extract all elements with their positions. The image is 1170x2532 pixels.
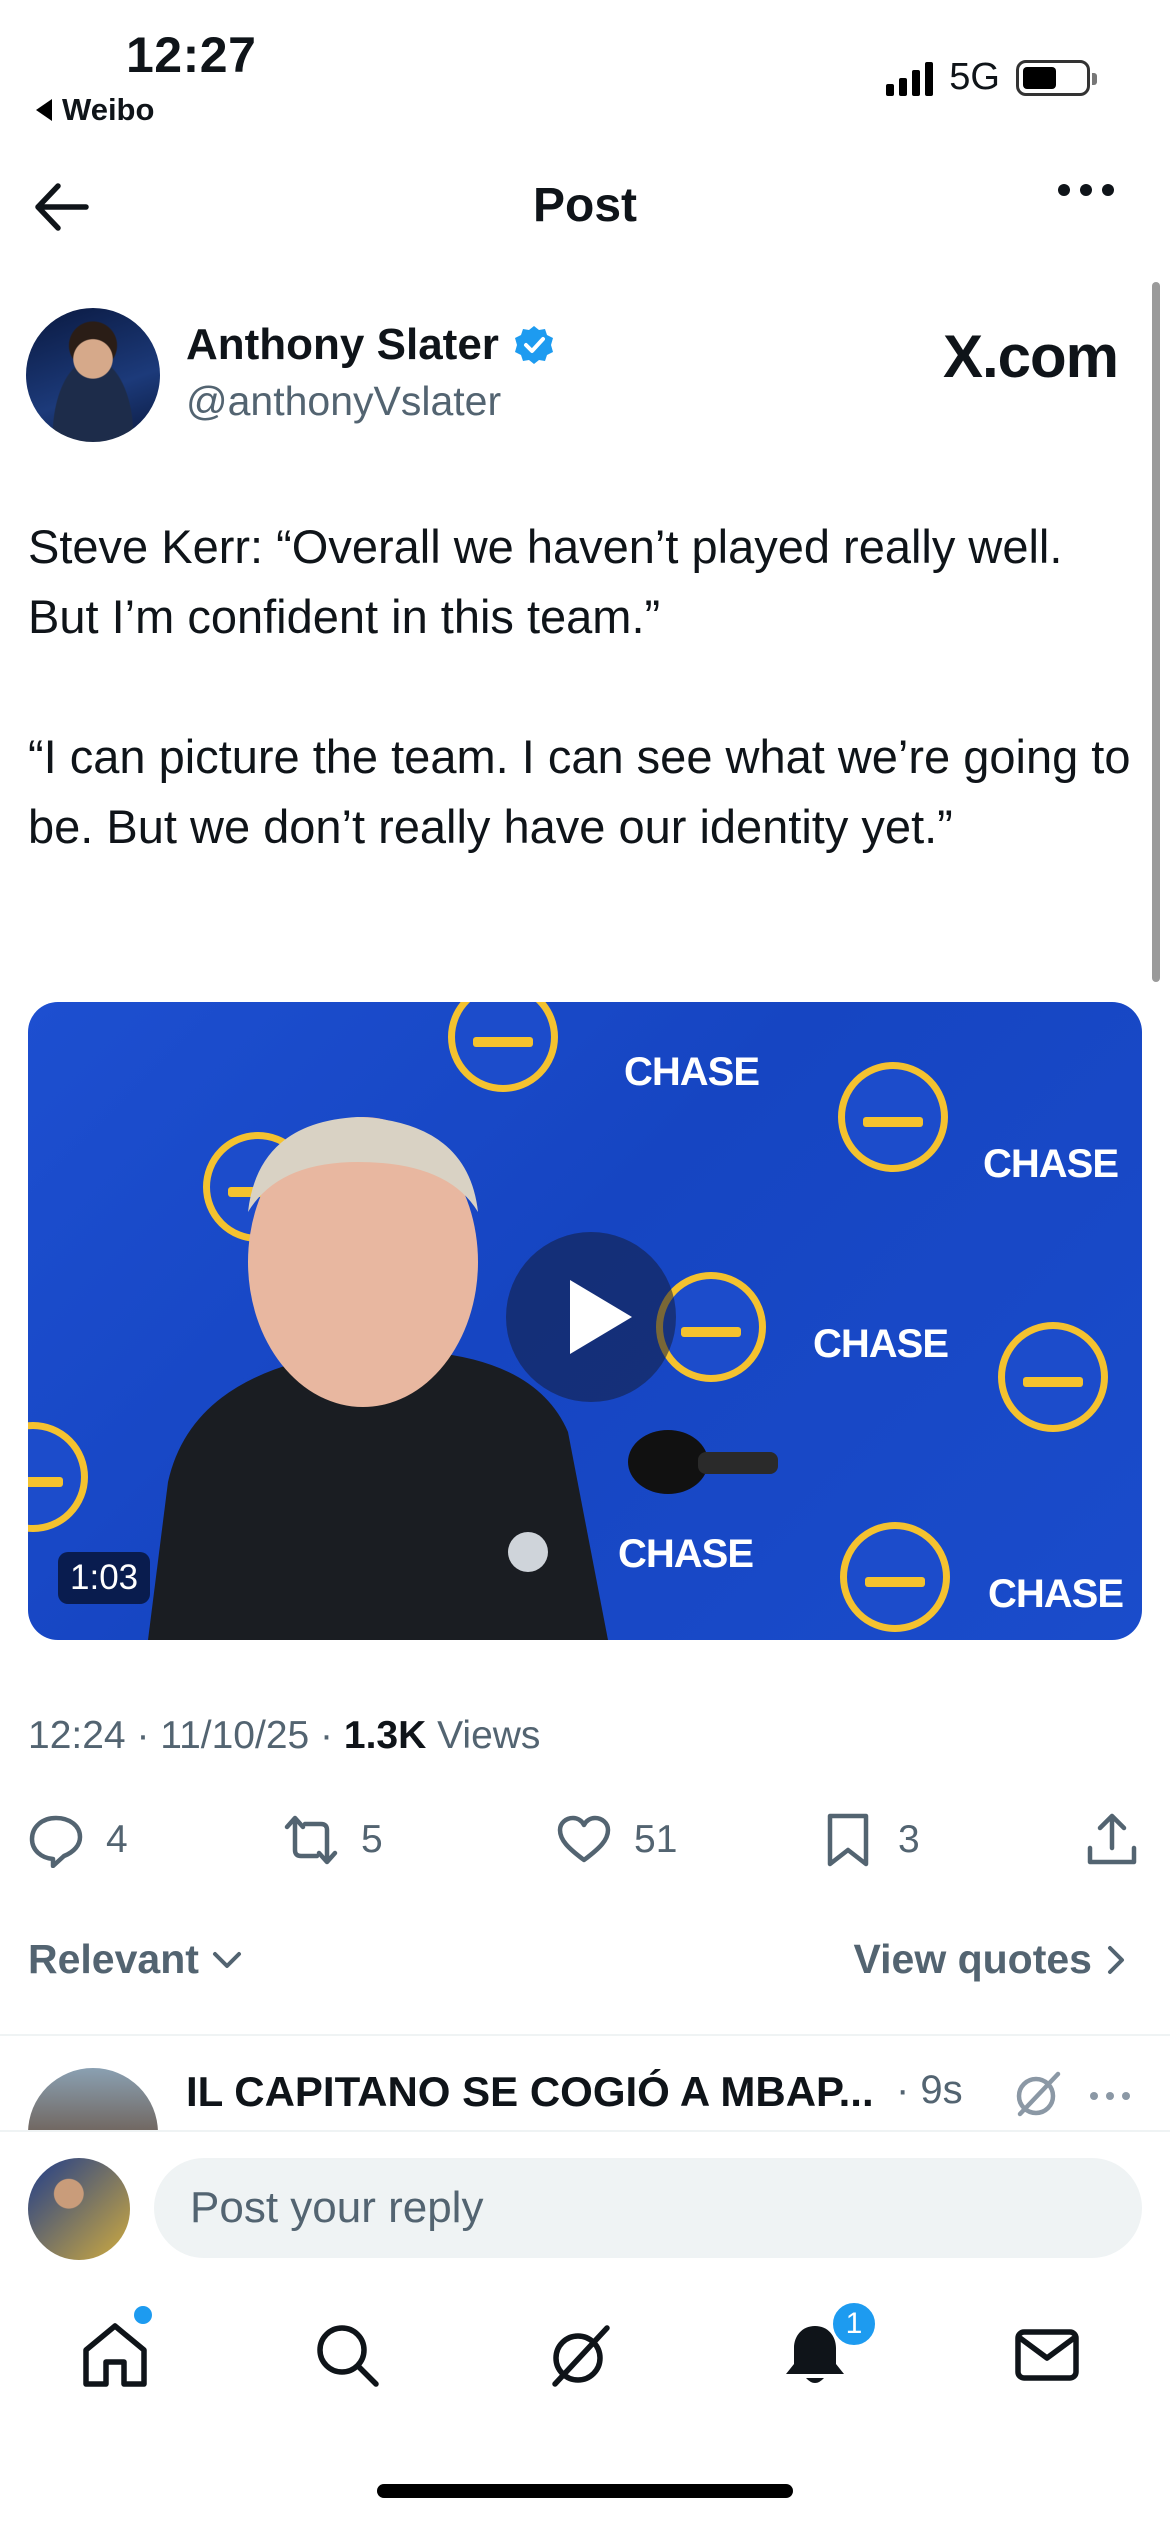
reply-preview[interactable]: IL CAPITANO SE COGIÓ A MBAP... · 9s <box>0 2036 1170 2132</box>
warriors-logo-icon <box>998 1322 1108 1432</box>
grok-icon <box>552 2325 610 2387</box>
post-paragraph: Steve Kerr: “Overall we haven’t played r… <box>28 520 1063 643</box>
post-paragraph: “I can picture the team. I can see what … <box>28 730 1131 853</box>
chevron-down-icon <box>212 1951 241 1968</box>
home-icon <box>83 2323 147 2387</box>
warriors-logo-icon <box>28 1422 88 1532</box>
like-button[interactable]: 51 <box>556 1812 677 1868</box>
post-actions: 4 5 51 3 <box>28 1812 1148 1872</box>
status-indicators: 5G <box>886 56 1097 99</box>
author-name: Anthony Slater <box>186 320 499 369</box>
verified-badge-icon <box>514 326 553 364</box>
repost-count: 5 <box>361 1818 383 1861</box>
bookmark-count: 3 <box>898 1818 920 1861</box>
view-quotes-label: View quotes <box>853 1936 1092 1982</box>
warriors-logo-icon <box>838 1062 948 1172</box>
notification-badge: 1 <box>830 2300 878 2348</box>
tab-messages[interactable] <box>1012 2320 1092 2400</box>
home-indicator[interactable] <box>377 2484 793 2498</box>
search-icon <box>317 2325 379 2387</box>
repost-icon <box>284 1815 338 1865</box>
grok-icon[interactable] <box>1010 2066 1066 2122</box>
reply-count: 4 <box>106 1818 128 1861</box>
my-avatar[interactable] <box>28 2158 130 2260</box>
post-header: Post <box>0 160 1170 252</box>
network-type: 5G <box>949 56 1000 98</box>
post-time: 12:24 <box>28 1714 126 1757</box>
status-time: 12:27 <box>126 27 257 83</box>
reply-button[interactable]: 4 <box>28 1812 128 1868</box>
reply-input[interactable] <box>190 2158 1090 2258</box>
mail-icon <box>1015 2329 1079 2381</box>
heart-icon <box>557 1815 611 1863</box>
back-app-label: Weibo <box>62 92 155 127</box>
bookmark-icon <box>827 1813 869 1867</box>
author-handle[interactable]: @anthonyVslater <box>186 378 501 425</box>
reply-author-title: IL CAPITANO SE COGIÓ A MBAP... <box>186 2068 874 2115</box>
warriors-logo-icon <box>448 1002 558 1092</box>
reply-composer[interactable] <box>154 2158 1142 2258</box>
tab-grok[interactable] <box>545 2320 625 2400</box>
back-to-app-link[interactable]: Weibo <box>36 92 154 128</box>
view-quotes-link[interactable]: View quotes <box>854 1936 1130 1983</box>
post-date: 11/10/25 <box>160 1714 310 1757</box>
back-triangle-icon <box>36 99 52 121</box>
scrollbar[interactable] <box>1152 282 1160 982</box>
post-meta: 12:24 · 11/10/25 · 1.3K Views <box>28 1714 541 1757</box>
home-unread-dot <box>134 2306 152 2324</box>
bookmark-button[interactable]: 3 <box>820 1812 920 1868</box>
author-name-row[interactable]: Anthony Slater <box>186 320 555 370</box>
share-icon <box>1087 1813 1137 1865</box>
source-watermark: X.com <box>942 323 1119 390</box>
views-count: 1.3K <box>343 1714 427 1757</box>
tab-search[interactable] <box>312 2320 392 2400</box>
sponsor-text: CHASE <box>983 1142 1119 1186</box>
video-duration: 1:03 <box>58 1552 151 1604</box>
cellular-signal-icon <box>886 60 934 96</box>
chevron-right-icon <box>1108 1945 1124 1974</box>
views-label: Views <box>437 1714 541 1757</box>
more-options-icon[interactable] <box>1058 184 1114 196</box>
sort-label: Relevant <box>28 1936 199 1982</box>
video-player[interactable]: CHASE CHASE CHASE CHASE CHASE 1:03 <box>28 1002 1142 1640</box>
battery-icon <box>1016 59 1097 96</box>
tab-home[interactable] <box>80 2320 160 2400</box>
warriors-logo-icon <box>840 1522 950 1632</box>
reply-time: · 9s <box>896 2068 963 2112</box>
reply-more-icon[interactable] <box>1090 2092 1130 2100</box>
reply-avatar[interactable] <box>28 2068 158 2132</box>
microphone-icon <box>628 1430 778 1494</box>
sponsor-text: CHASE <box>988 1572 1124 1616</box>
share-button[interactable] <box>1084 1812 1140 1868</box>
divider <box>0 2130 1170 2132</box>
reply-icon <box>29 1815 83 1868</box>
page-title: Post <box>532 179 637 232</box>
sort-relevant-dropdown[interactable]: Relevant <box>28 1936 245 1983</box>
like-count: 51 <box>634 1818 678 1861</box>
play-button[interactable] <box>506 1232 676 1402</box>
repost-button[interactable]: 5 <box>283 1812 383 1868</box>
sponsor-text: CHASE <box>813 1322 949 1366</box>
post-text: Steve Kerr: “Overall we haven’t played r… <box>28 512 1138 932</box>
sponsor-text: CHASE <box>624 1050 760 1094</box>
bottom-tab-bar: 1 <box>0 2300 1170 2420</box>
author-avatar[interactable] <box>26 308 160 442</box>
